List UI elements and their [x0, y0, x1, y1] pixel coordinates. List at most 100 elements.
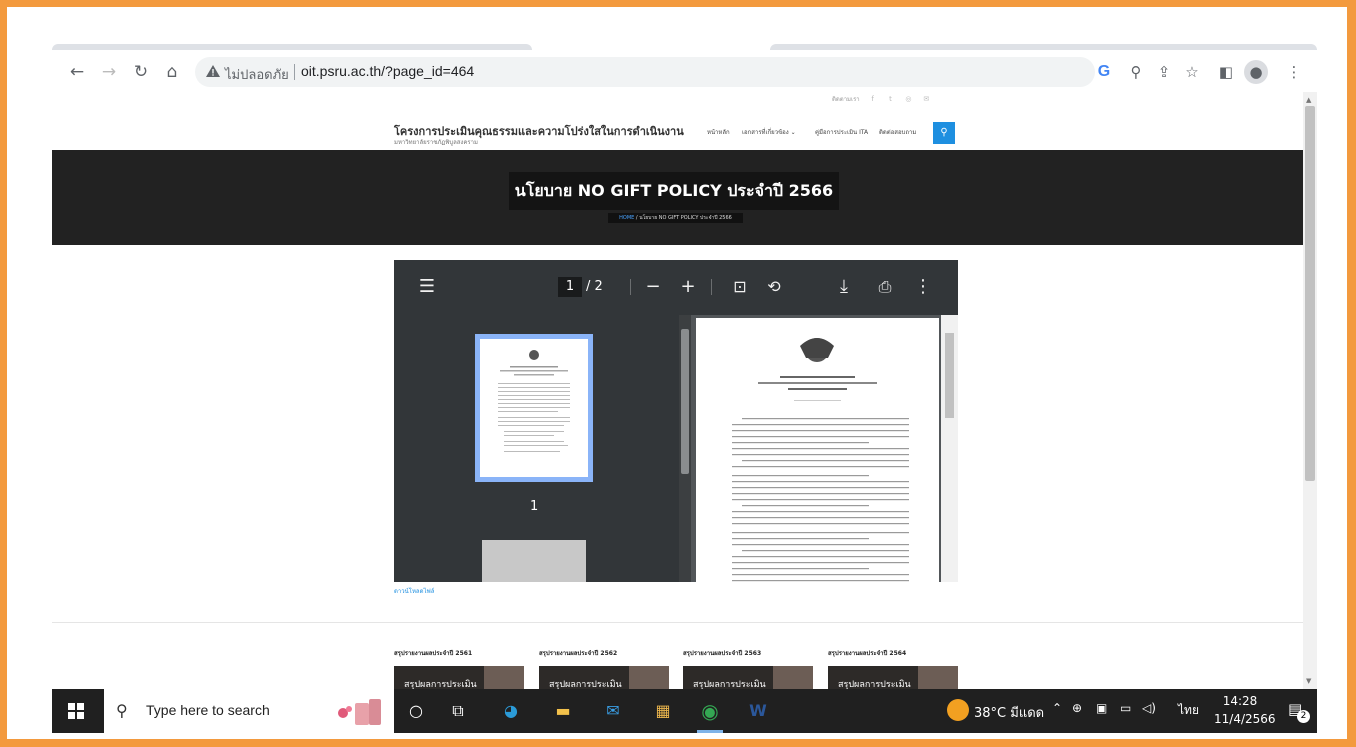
pdf-page-scrollbar[interactable]: [941, 315, 958, 582]
breadcrumb-home[interactable]: HOME: [619, 215, 634, 221]
thumbnail-scroll-thumb[interactable]: [681, 329, 689, 474]
search-icon: ⚲: [116, 701, 128, 720]
security-label[interactable]: ไม่ปลอดภัย: [225, 64, 289, 85]
menu-item-ita-guide[interactable]: คู่มือการประเมิน ITA: [815, 127, 868, 137]
pdf-text-line: [732, 544, 909, 546]
address-bar[interactable]: ไม่ปลอดภัย oit.psru.ac.th/?page_id=464: [195, 57, 1095, 87]
network-icon[interactable]: ▭: [1120, 701, 1131, 715]
meet-now-icon[interactable]: ⊕: [1072, 701, 1082, 715]
pdf-separator: [711, 279, 712, 295]
card-image: [484, 666, 524, 689]
cortana-icon[interactable]: ○: [404, 699, 428, 723]
home-icon[interactable]: ⌂: [160, 60, 184, 84]
pdf-text-line: [742, 550, 909, 552]
breadcrumb: HOME / นโยบาย NO GIFT POLICY ประจำปี 256…: [608, 213, 743, 223]
bookmark-star-icon[interactable]: ☆: [1180, 60, 1204, 84]
pdf-thumbnail-1[interactable]: [475, 334, 593, 482]
pdf-text-line: [732, 532, 909, 534]
volume-icon[interactable]: ◁): [1142, 701, 1156, 715]
language-indicator[interactable]: ไทย: [1178, 701, 1199, 720]
file-explorer-icon[interactable]: ▬: [551, 699, 575, 723]
pdf-text-line: [732, 568, 869, 570]
weather-text[interactable]: 38°C มีแดด: [974, 702, 1044, 723]
taskbar-search-box[interactable]: ⚲ Type here to search: [104, 689, 394, 733]
chrome-icon[interactable]: ◉: [698, 699, 722, 723]
pdf-page-scroll-thumb[interactable]: [945, 333, 954, 418]
store-icon[interactable]: ▦: [651, 699, 675, 723]
mail-icon[interactable]: ✉: [601, 699, 625, 723]
pdf-toolbar: ☰ 1 / 2 − + ⊡ ⟲ ⤓ ⎙ ⋮: [394, 260, 958, 315]
word-icon[interactable]: W: [746, 699, 770, 723]
back-icon[interactable]: ←: [65, 60, 89, 84]
page-scroll-thumb[interactable]: [1305, 106, 1315, 481]
windows-start-icon[interactable]: [68, 703, 84, 719]
pdf-page-input[interactable]: 1: [558, 277, 582, 297]
menu-kebab-icon[interactable]: ⋮: [1282, 60, 1306, 84]
reload-icon[interactable]: ↻: [129, 60, 153, 84]
page-scrollbar[interactable]: ▲ ▼: [1303, 92, 1317, 689]
instagram-icon[interactable]: ◎: [903, 95, 913, 105]
facebook-icon[interactable]: f: [868, 95, 878, 105]
edge-icon[interactable]: ◕: [499, 699, 523, 723]
task-view-icon[interactable]: ⧉: [446, 699, 470, 723]
weather-icon[interactable]: [947, 699, 969, 721]
print-icon[interactable]: ⎙: [874, 276, 896, 298]
report-title-2564[interactable]: สรุปรายงานผลประจำปี 2564: [828, 648, 906, 658]
report-card-2564[interactable]: สรุปผลการประเมิน: [828, 666, 958, 689]
report-card-2561[interactable]: สรุปผลการประเมิน: [394, 666, 524, 689]
pdf-more-icon[interactable]: ⋮: [912, 276, 934, 298]
zoom-out-icon[interactable]: −: [642, 276, 664, 298]
notification-icon[interactable]: ▤ 2: [1288, 700, 1310, 723]
report-title-2562[interactable]: สรุปรายงานผลประจำปี 2562: [539, 648, 617, 658]
browser-toolbar: ← → ↻ ⌂ ไม่ปลอดภัย oit.psru.ac.th/?page_…: [52, 52, 1317, 92]
report-card-2562[interactable]: สรุปผลการประเมิน: [539, 666, 669, 689]
side-panel-icon[interactable]: ◧: [1214, 60, 1238, 84]
pdf-viewer: ☰ 1 / 2 − + ⊡ ⟲ ⤓ ⎙ ⋮ 1: [394, 260, 958, 582]
menu-item-contact[interactable]: ติดต่อสอบถาม: [879, 127, 916, 137]
tab-right[interactable]: [770, 44, 1317, 50]
pdf-text-line: [732, 442, 869, 444]
tab-strip: [52, 44, 1317, 52]
social-label: ติดตามเรา: [832, 96, 860, 103]
search-button[interactable]: ⚲: [933, 122, 955, 144]
chrome-active-indicator: [697, 730, 723, 733]
menu-item-home[interactable]: หน้าหลัก: [707, 127, 730, 137]
pdf-menu-icon[interactable]: ☰: [416, 276, 438, 298]
download-icon[interactable]: ⤓: [833, 276, 855, 298]
profile-avatar-icon[interactable]: ●: [1244, 60, 1268, 84]
taskbar-search-placeholder[interactable]: Type here to search: [146, 702, 270, 718]
report-title-2561[interactable]: สรุปรายงานผลประจำปี 2561: [394, 648, 472, 658]
google-icon[interactable]: G: [1092, 60, 1116, 84]
thumbnail-scrollbar[interactable]: [679, 315, 691, 582]
menu-item-documents[interactable]: เอกสารที่เกี่ยวข้อง ⌄: [742, 127, 796, 137]
rotate-icon[interactable]: ⟲: [763, 276, 785, 298]
url-text[interactable]: oit.psru.ac.th/?page_id=464: [301, 63, 474, 79]
pdf-thumbnail-2[interactable]: [482, 540, 586, 582]
share-icon[interactable]: ⇪: [1152, 60, 1176, 84]
pdf-thumbnail-pane[interactable]: 1: [394, 315, 691, 582]
fit-page-icon[interactable]: ⊡: [729, 276, 751, 298]
email-icon[interactable]: ✉: [921, 95, 931, 105]
clock-date[interactable]: 11/4/2566: [1214, 712, 1276, 726]
tab-left[interactable]: [52, 44, 532, 50]
warning-icon[interactable]: [205, 63, 221, 79]
pdf-text-line: [732, 556, 909, 558]
tray-chevron-icon[interactable]: ⌃: [1052, 701, 1062, 715]
scroll-up-icon[interactable]: ▲: [1306, 96, 1311, 104]
report-title-2563[interactable]: สรุปรายงานผลประจำปี 2563: [683, 648, 761, 658]
pdf-page-total: / 2: [586, 279, 603, 294]
pdf-text-line: [732, 574, 909, 576]
social-bar: ติดตามเรา f t ◎ ✉: [832, 94, 931, 105]
app-tray-icon[interactable]: ▣: [1096, 701, 1107, 715]
report-card-2563[interactable]: สรุปผลการประเมิน: [683, 666, 813, 689]
scroll-down-icon[interactable]: ▼: [1306, 677, 1311, 685]
forward-icon[interactable]: →: [97, 60, 121, 84]
twitter-icon[interactable]: t: [886, 95, 896, 105]
card-label: สรุปผลการประเมิน: [838, 680, 911, 689]
zoom-icon[interactable]: ⚲: [1124, 60, 1148, 84]
clock-time[interactable]: 14:28: [1218, 694, 1262, 708]
pdf-text-line: [732, 466, 909, 468]
zoom-in-icon[interactable]: +: [677, 276, 699, 298]
pdf-text-line: [732, 517, 909, 519]
download-link[interactable]: ดาวน์โหลดไฟล์: [394, 586, 434, 596]
